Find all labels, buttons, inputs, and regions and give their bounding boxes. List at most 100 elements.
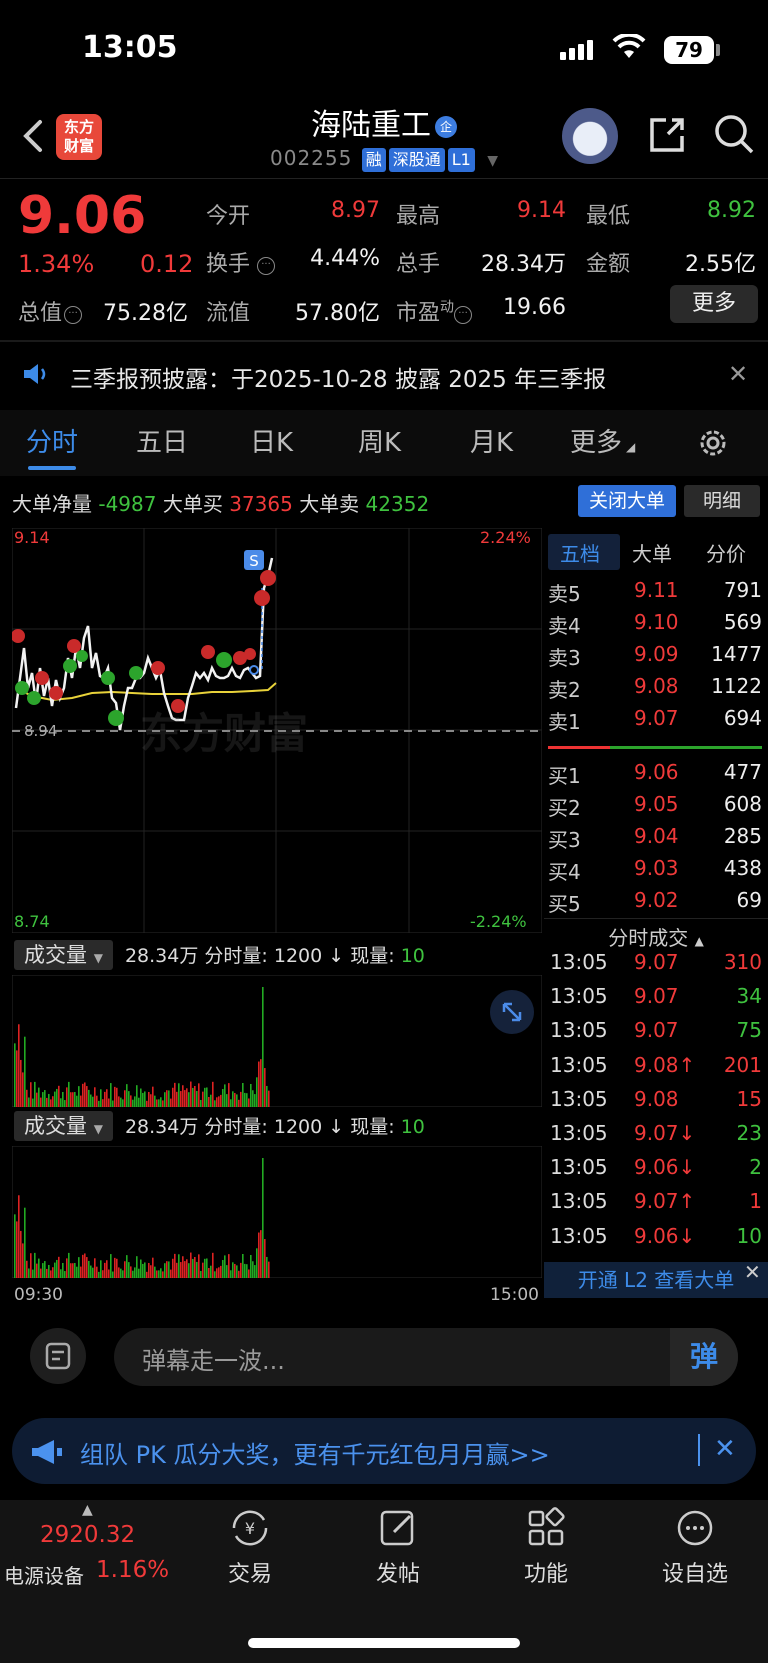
signal-marker[interactable]: S [249,552,259,570]
ask-row[interactable]: 卖1 9.07 694 [548,706,762,738]
tab-intraday[interactable]: 分时 [26,422,78,459]
volume-bar [50,1270,52,1278]
tick-time: 13:05 [550,950,608,974]
volume-bar [32,1098,34,1107]
tab-monthly-k[interactable]: 月K [470,422,513,459]
tick-price: 9.07↓ [634,1121,696,1145]
now-label: 现量: [350,945,395,967]
ticks-header[interactable]: 分时成交 ▲ [544,922,768,951]
volume-bar [62,1262,64,1278]
close-big-order-button[interactable]: 关闭大单 [578,485,676,517]
volume-bar [52,1096,54,1107]
volume-bar [196,1090,198,1107]
volume-bar [118,1096,120,1107]
volume-bar [36,1263,38,1278]
nav-trade[interactable]: ¥ 交易 [195,1506,305,1588]
now-value: 10 [400,945,425,967]
volume-bars [12,975,542,1107]
ask-row[interactable]: 卖5 9.11 791 [548,578,762,610]
now-label: 现量: [350,1116,395,1138]
volume-bar [188,1092,190,1107]
volume-bar [182,1256,184,1278]
bid-row[interactable]: 买5 9.02 69 [548,888,762,920]
volume-bar [106,1260,108,1278]
high-label: 最高 [396,204,441,229]
info-icon[interactable]: ··· [64,306,83,324]
volume-bar [202,1091,204,1107]
volume-bar [204,1258,206,1278]
tab-indicator [28,466,76,470]
bid-row[interactable]: 买4 9.03 438 [548,856,762,888]
expand-icon[interactable] [490,990,534,1034]
float-label: 流值 [206,301,251,326]
index-name[interactable]: 电源设备 [4,1560,84,1589]
volume-bar [120,1097,122,1107]
danmu-toggle-button[interactable]: 弹 [670,1328,738,1386]
volume-bar [136,1256,138,1278]
volume-bar [42,1092,44,1107]
search-icon[interactable] [712,112,756,160]
fs-value: 1200 [273,945,323,967]
info-icon[interactable]: ··· [454,306,473,324]
index-value[interactable]: 2920.32 [40,1522,135,1548]
ask-row[interactable]: 卖4 9.10 569 [548,610,762,642]
close-icon[interactable]: ✕ [728,360,748,388]
ask-row[interactable]: 卖2 9.08 1122 [548,674,762,706]
nav-add-watchlist[interactable]: 设自选 [640,1506,750,1588]
volume-selector[interactable]: 成交量 ▼ [14,1111,113,1141]
volume-bar [34,1081,36,1107]
nav-post[interactable]: 发帖 [343,1506,453,1588]
tab-price-distribution[interactable]: 分价 [706,538,746,567]
net-value: -4987 [98,492,157,516]
volume-bar [190,1081,192,1107]
share-icon[interactable] [646,114,688,160]
index-pct[interactable]: 1.16% [96,1557,169,1583]
ask-row[interactable]: 卖3 9.09 1477 [548,642,762,674]
status-time: 13:05 [82,30,178,65]
tab-more[interactable]: 更多 ◢ [570,422,635,459]
volume-bar [216,1268,218,1278]
gear-icon[interactable] [696,426,730,464]
pe-value: 19.66 [503,295,566,320]
volume-bar [68,1081,70,1107]
volume-bar [162,1100,164,1107]
volume-bar [174,1082,176,1107]
amount-value: 2.55亿 [685,252,756,277]
volume-bar [170,1269,172,1278]
assistant-robot-icon[interactable] [562,108,618,164]
volume-bar [150,1094,152,1107]
comment-list-icon[interactable] [30,1328,86,1384]
bid-row[interactable]: 买1 9.06 477 [548,760,762,792]
buy-value: 37365 [229,492,293,516]
volume-bar [234,1263,236,1278]
volume-bar [40,1097,42,1107]
tab-weekly-k[interactable]: 周K [358,422,401,459]
volume-bar [122,1270,124,1278]
volume-selector[interactable]: 成交量 ▼ [14,940,113,970]
volume-bar [110,1254,112,1278]
more-button[interactable]: 更多 [670,285,758,323]
volume-bar [178,1254,180,1278]
close-icon[interactable]: ✕ [714,1434,736,1464]
tab-daily-k[interactable]: 日K [250,422,293,459]
tab-five-levels[interactable]: 五档 [560,538,600,567]
volume-bar [124,1090,126,1107]
tab-big-orders[interactable]: 大单 [632,538,672,567]
volume-bar [108,1269,110,1278]
open-l2-button[interactable]: 开通 L2 查看大单 [544,1262,768,1298]
close-icon[interactable]: ✕ [744,1260,761,1284]
volume-bar [64,1271,66,1278]
more-circle-icon [640,1506,750,1552]
bid-row[interactable]: 买2 9.05 608 [548,792,762,824]
volume-bar [182,1085,184,1107]
now-value: 10 [400,1116,425,1138]
buy-sell-ratio-bar-green [610,746,762,749]
bid-row[interactable]: 买3 9.04 285 [548,824,762,856]
nav-functions[interactable]: 功能 [491,1506,601,1588]
tab-five-day[interactable]: 五日 [136,422,188,459]
tick-price: 9.07↑ [634,1189,696,1214]
detail-button[interactable]: 明细 [684,485,760,517]
volume-bar [36,1092,38,1107]
info-icon[interactable]: ··· [257,257,276,275]
fs-value: 1200 [273,1116,323,1138]
